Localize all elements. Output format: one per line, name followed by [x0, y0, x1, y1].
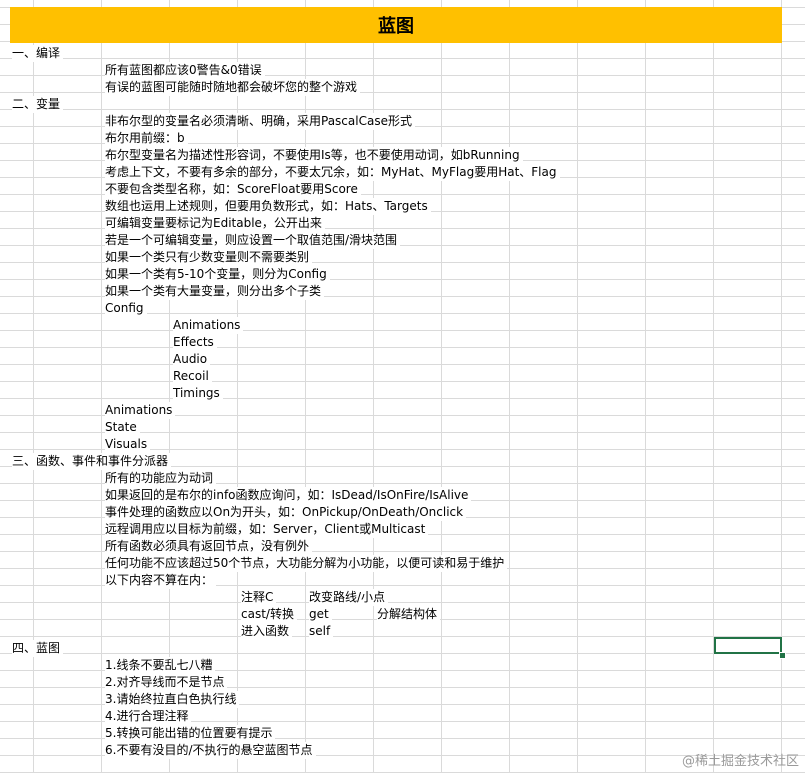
cell-text[interactable]: 布尔型变量名为描述性形容词，不要使用Is等，也不要使用动词，如bRunning	[105, 147, 523, 164]
cell-text[interactable]: 任何功能不应该超过50个节点，大功能分解为小功能，以便可读和易于维护	[105, 555, 508, 572]
title-cell[interactable]: 蓝图	[10, 7, 782, 43]
exclusion-cell[interactable]: 改变路线/小点	[309, 589, 389, 606]
cell-text[interactable]: Timings	[173, 385, 223, 402]
exclusion-cell[interactable]: self	[309, 623, 334, 640]
cell-text[interactable]: 如果一个类有大量变量，则分出多个子类	[105, 283, 325, 300]
cell-text[interactable]: 6.不要有没目的/不执行的悬空蓝图节点	[105, 742, 316, 759]
cell-text[interactable]: 事件处理的函数应以On为开头，如：OnPickup/OnDeath/Onclic…	[105, 504, 467, 521]
cell-text[interactable]: State	[105, 419, 140, 436]
cell-text[interactable]: 有误的蓝图可能随时随地都会破坏您的整个游戏	[105, 79, 361, 96]
spreadsheet-grid[interactable]: 蓝图 一、编译所有蓝图都应该0警告&0错误 有误的蓝图可能随时随地都会破坏您的整个…	[0, 0, 805, 773]
cell-text[interactable]: 所有函数必须具有返回节点，没有例外	[105, 538, 313, 555]
exclusion-cell[interactable]: cast/转换	[241, 606, 297, 623]
cell-text[interactable]: 可编辑变量要标记为Editable，公开出来	[105, 215, 325, 232]
cell-text[interactable]: 如果返回的是布尔的info函数应询问，如：IsDead/IsOnFire/IsA…	[105, 487, 472, 504]
cell-text[interactable]: 以下内容不算在内：	[105, 572, 217, 589]
cell-text[interactable]: 数组也运用上述规则，但要用负数形式，如：Hats、Targets	[105, 198, 431, 215]
cell-text[interactable]: 远程调用应以目标为前缀，如：Server，Client或Multicast	[105, 521, 429, 538]
cell-text[interactable]: Effects	[173, 334, 217, 351]
cell-text[interactable]: 不要包含类型名称，如：ScoreFloat要用Score	[105, 181, 361, 198]
cell-text[interactable]: 布尔用前缀：b	[105, 130, 188, 147]
selected-cell[interactable]	[714, 637, 782, 654]
exclusion-cell[interactable]: 分解结构体	[377, 606, 441, 623]
cell-text[interactable]: 如果一个类有5-10个变量，则分为Config	[105, 266, 330, 283]
section-heading[interactable]: 三、函数、事件和事件分派器	[12, 453, 172, 470]
cell-text[interactable]: 所有的功能应为动词	[105, 470, 217, 487]
cell-text[interactable]: 2.对齐导线而不是节点	[105, 674, 228, 691]
cell-text[interactable]: Visuals	[105, 436, 151, 453]
cell-text[interactable]: 1.线条不要乱七八糟	[105, 657, 216, 674]
cell-text[interactable]: Recoil	[173, 368, 212, 385]
cell-text[interactable]: 5.转换可能出错的位置要有提示	[105, 725, 276, 742]
cell-text[interactable]: 3.请始终拉直白色执行线	[105, 691, 240, 708]
fill-handle[interactable]	[779, 652, 786, 659]
cell-text[interactable]: 4.进行合理注释	[105, 708, 192, 725]
cell-text[interactable]: Animations	[173, 317, 244, 334]
cell-text[interactable]: 所有蓝图都应该0警告&0错误	[105, 62, 265, 79]
section-heading[interactable]: 一、编译	[12, 45, 64, 62]
cell-text[interactable]: 若是一个可编辑变量，则应设置一个取值范围/滑块范围	[105, 232, 401, 249]
cell-text[interactable]: Audio	[173, 351, 211, 368]
section-heading[interactable]: 二、变量	[12, 96, 64, 113]
cell-text[interactable]: Animations	[105, 402, 176, 419]
exclusion-cell[interactable]: get	[309, 606, 332, 623]
cell-text[interactable]: 如果一个类只有少数变量则不需要类别	[105, 249, 313, 266]
cell-text[interactable]: Config	[105, 300, 147, 317]
exclusion-cell[interactable]: 注释C	[241, 589, 277, 606]
cell-text[interactable]: 考虑上下文，不要有多余的部分，不要太冗余，如：MyHat、MyFlag要用Hat…	[105, 164, 560, 181]
watermark: @稀土掘金技术社区	[681, 754, 799, 769]
exclusion-cell[interactable]: 进入函数	[241, 623, 293, 640]
section-heading[interactable]: 四、蓝图	[12, 640, 64, 657]
cell-text[interactable]: 非布尔型的变量名必须清晰、明确，采用PascalCase形式	[105, 113, 415, 130]
